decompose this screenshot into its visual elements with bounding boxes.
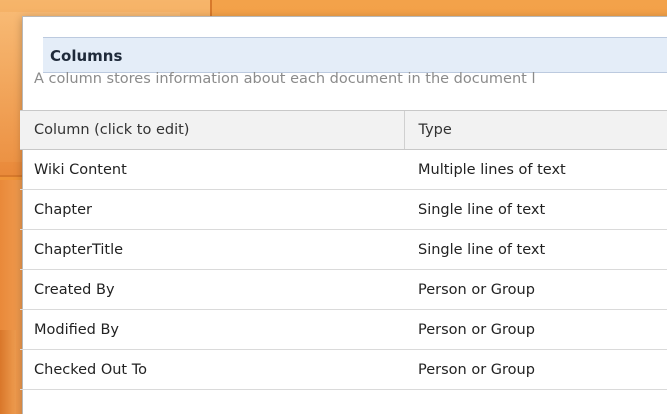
column-name-link[interactable]: Created By [20,269,404,310]
column-type: Single line of text [404,229,667,270]
column-name-link[interactable]: ChapterTitle [20,229,404,270]
column-type: Single line of text [404,189,667,230]
column-type: Person or Group [404,309,667,350]
columns-table: Column (click to edit) Type Wiki Content… [20,110,667,390]
column-type: Person or Group [404,269,667,310]
table-row[interactable]: Chapter Single line of text [20,189,667,230]
column-type: Person or Group [404,349,667,390]
table-row[interactable]: Modified By Person or Group [20,309,667,350]
background-strip-edge [0,330,16,414]
column-name-link[interactable]: Modified By [20,309,404,350]
columns-section-header: Columns [43,37,667,73]
column-header-name[interactable]: Column (click to edit) [20,110,404,150]
column-name-link[interactable]: Chapter [20,189,404,230]
section-title: Columns [50,47,123,65]
screen: Columns A column stores information abou… [0,0,667,414]
table-row[interactable]: Checked Out To Person or Group [20,349,667,390]
table-header-row: Column (click to edit) Type [20,110,667,150]
column-name-link[interactable]: Checked Out To [20,349,404,390]
table-row[interactable]: Created By Person or Group [20,269,667,310]
section-description: A column stores information about each d… [34,71,536,87]
table-row[interactable]: Wiki Content Multiple lines of text [20,149,667,190]
column-name-link[interactable]: Wiki Content [20,149,404,190]
column-type: Multiple lines of text [404,149,667,190]
column-header-type[interactable]: Type [403,110,667,150]
table-row[interactable]: ChapterTitle Single line of text [20,229,667,270]
